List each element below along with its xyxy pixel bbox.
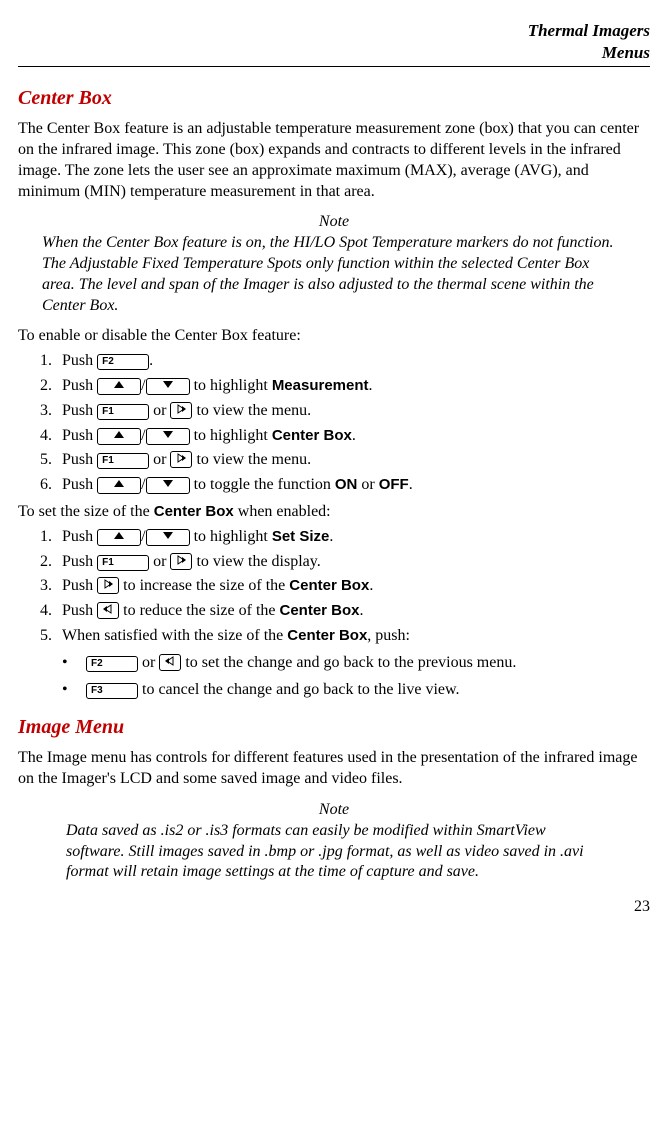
note-body-2: Data saved as .is2 or .is3 formats can e… <box>66 821 602 883</box>
right-button-icon <box>170 402 192 419</box>
step-2: Push / to highlight Measurement. <box>56 376 650 397</box>
size-step-1: Push / to highlight Set Size. <box>56 527 650 548</box>
left-button-icon <box>159 654 181 671</box>
confirm-bullets: F2 or to set the change and go back to t… <box>18 653 650 701</box>
left-button-icon <box>97 602 119 619</box>
set-size-steps: Push / to highlight Set Size. Push F1 or… <box>18 527 650 647</box>
size-step-4: Push to reduce the size of the Center Bo… <box>56 601 650 622</box>
right-button-icon <box>170 553 192 570</box>
step-5: Push F1 or to view the menu. <box>56 450 650 471</box>
f1-button-icon: F1 <box>97 555 149 571</box>
set-size-intro: To set the size of the Center Box when e… <box>18 502 650 523</box>
bullet-set: F2 or to set the change and go back to t… <box>62 653 650 674</box>
step-6: Push / to toggle the function ON or OFF. <box>56 475 650 496</box>
up-button-icon <box>97 428 141 445</box>
size-step-3: Push to increase the size of the Center … <box>56 576 650 597</box>
section-title-center-box: Center Box <box>18 85 650 111</box>
page-number: 23 <box>18 897 650 918</box>
down-button-icon <box>146 428 190 445</box>
note-label: Note <box>18 212 650 233</box>
up-button-icon <box>97 378 141 395</box>
down-button-icon <box>146 529 190 546</box>
image-menu-description: The Image menu has controls for differen… <box>18 748 650 790</box>
bullet-cancel: F3 to cancel the change and go back to t… <box>62 680 650 701</box>
center-box-description: The Center Box feature is an adjustable … <box>18 119 650 202</box>
down-button-icon <box>146 378 190 395</box>
f1-button-icon: F1 <box>97 404 149 420</box>
size-step-2: Push F1 or to view the display. <box>56 552 650 573</box>
right-button-icon <box>170 451 192 468</box>
f1-button-icon: F1 <box>97 453 149 469</box>
f3-button-icon: F3 <box>86 683 138 699</box>
size-step-5: When satisfied with the size of the Cent… <box>56 626 650 647</box>
up-button-icon <box>97 477 141 494</box>
up-button-icon <box>97 529 141 546</box>
right-button-icon <box>97 577 119 594</box>
step-4: Push / to highlight Center Box. <box>56 426 650 447</box>
section-title-image-menu: Image Menu <box>18 714 650 740</box>
enable-steps: Push F2. Push / to highlight Measurement… <box>18 351 650 496</box>
note-label-2: Note <box>18 800 650 821</box>
page-header: Thermal Imagers Menus <box>18 20 650 67</box>
step-1: Push F2. <box>56 351 650 372</box>
f2-button-icon: F2 <box>86 656 138 672</box>
enable-intro: To enable or disable the Center Box feat… <box>18 326 650 347</box>
step-3: Push F1 or to view the menu. <box>56 401 650 422</box>
header-subtitle: Menus <box>18 42 650 64</box>
down-button-icon <box>146 477 190 494</box>
note-body: When the Center Box feature is on, the H… <box>42 233 650 316</box>
f2-button-icon: F2 <box>97 354 149 370</box>
header-title: Thermal Imagers <box>18 20 650 42</box>
